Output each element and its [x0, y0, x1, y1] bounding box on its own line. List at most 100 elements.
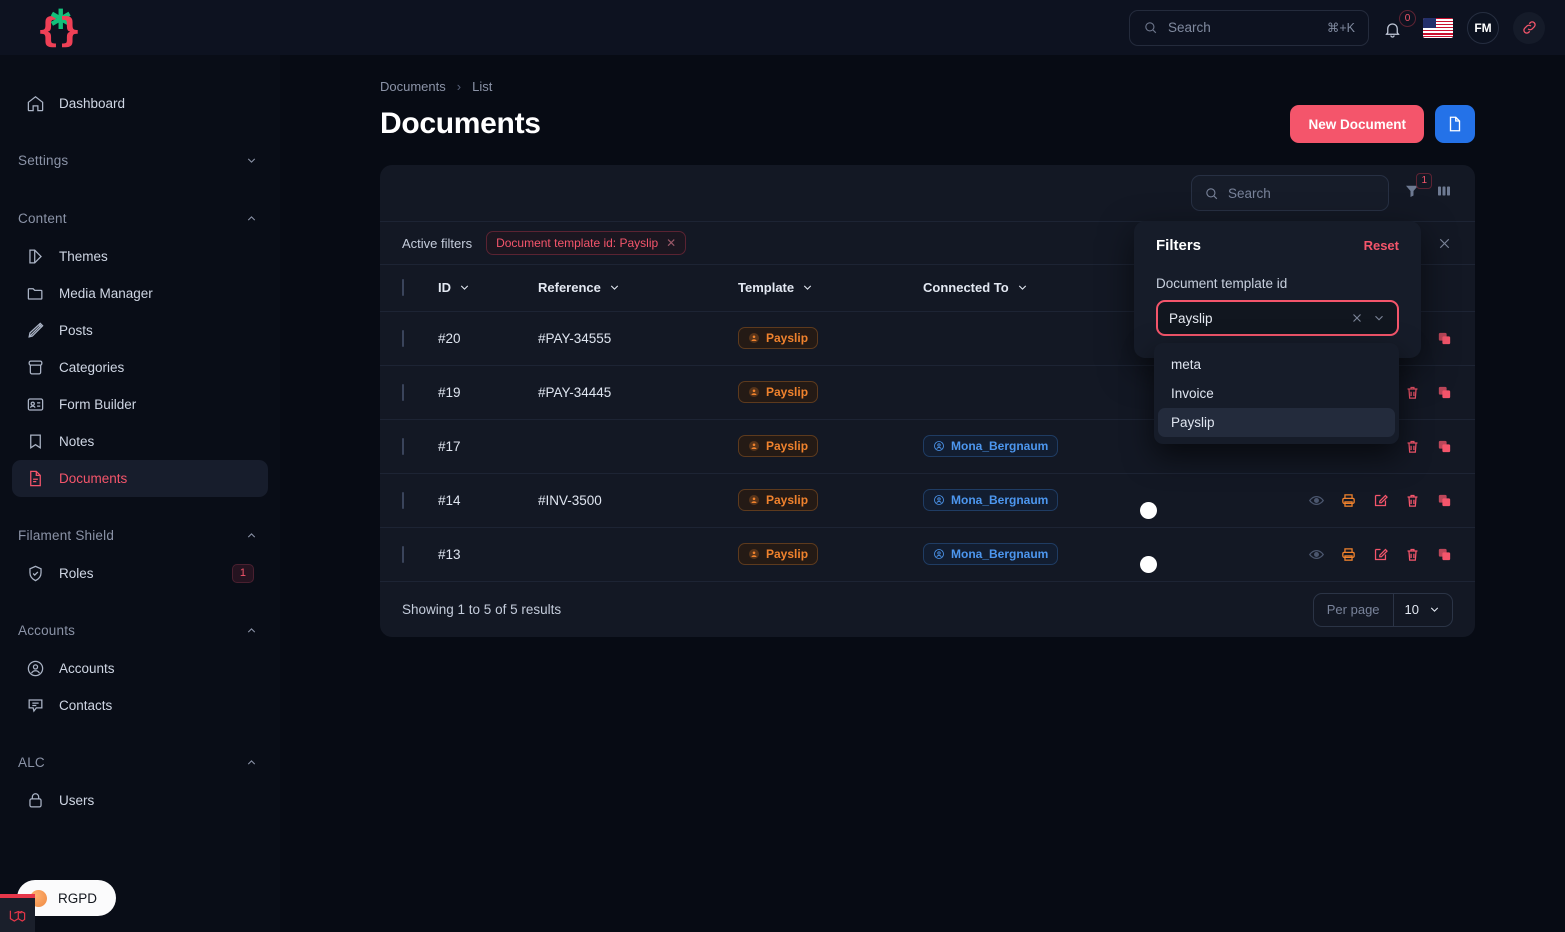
- sidebar-item-label: Themes: [59, 249, 108, 264]
- trash-icon[interactable]: [1404, 546, 1421, 563]
- copy-icon[interactable]: [1436, 546, 1453, 563]
- column-header-template[interactable]: Template: [738, 265, 923, 311]
- sidebar-item-posts[interactable]: Posts: [12, 312, 268, 349]
- template-badge: Payslip: [738, 435, 819, 457]
- per-page-control[interactable]: Per page 10: [1312, 592, 1453, 627]
- pencil-icon: [26, 321, 45, 340]
- template-badge-label: Payslip: [766, 547, 809, 562]
- notifications-button[interactable]: 0: [1383, 9, 1416, 43]
- sidebar-item-users[interactable]: Users: [12, 782, 268, 819]
- create-document-icon-button[interactable]: [1435, 105, 1475, 143]
- sidebar-group-content[interactable]: Content: [0, 198, 280, 238]
- printer-icon[interactable]: [1340, 546, 1357, 563]
- option-meta[interactable]: meta: [1158, 350, 1395, 379]
- column-toggle-button[interactable]: [1435, 182, 1453, 205]
- sidebar-group-filament-shield[interactable]: Filament Shield: [0, 515, 280, 555]
- home-icon: [26, 94, 45, 113]
- link-icon[interactable]: [1513, 11, 1545, 44]
- select-all-header: [380, 265, 438, 311]
- sidebar-item-themes[interactable]: Themes: [12, 238, 268, 275]
- table-row[interactable]: #14 #INV-3500 Payslip Mona_Bergnaum: [380, 472, 1475, 527]
- search-shortcut-hint: ⌘+K: [1326, 21, 1355, 35]
- global-search-input[interactable]: Search ⌘+K: [1129, 9, 1369, 46]
- row-checkbox[interactable]: [402, 545, 404, 563]
- option-payslip[interactable]: Payslip: [1158, 408, 1395, 437]
- breadcrumb-item-documents[interactable]: Documents: [380, 79, 446, 94]
- select-all-checkbox[interactable]: [402, 279, 404, 297]
- chevron-down-icon: [1430, 607, 1439, 612]
- option-invoice[interactable]: Invoice: [1158, 379, 1395, 408]
- sidebar-group-accounts[interactable]: Accounts: [0, 610, 280, 650]
- table-search-input[interactable]: Search: [1191, 175, 1389, 211]
- user-icon: [749, 387, 759, 397]
- sidebar-item-media-manager[interactable]: Media Manager: [12, 275, 268, 312]
- sidebar-item-label: Dashboard: [59, 96, 126, 111]
- sidebar-item-dashboard[interactable]: Dashboard: [12, 85, 268, 122]
- folder-icon: [26, 284, 45, 303]
- trash-icon[interactable]: [1404, 492, 1421, 509]
- clear-all-filters-button[interactable]: [1436, 235, 1453, 252]
- user-icon: [749, 333, 759, 343]
- close-icon[interactable]: [1350, 311, 1364, 325]
- laravel-badge[interactable]: [0, 894, 35, 932]
- copy-icon[interactable]: [1436, 330, 1453, 347]
- row-select-cell: [380, 526, 438, 581]
- copy-icon[interactable]: [1436, 384, 1453, 401]
- brand-logo[interactable]: { ✱ }: [0, 0, 280, 55]
- sidebar-item-contacts[interactable]: Contacts: [12, 687, 268, 724]
- edit-icon[interactable]: [1372, 546, 1389, 563]
- eye-icon[interactable]: [1308, 546, 1325, 563]
- sidebar-item-label: Contacts: [59, 698, 113, 713]
- logo-right-brace: }: [57, 10, 82, 51]
- printer-icon[interactable]: [1340, 492, 1357, 509]
- cell-template: Payslip: [738, 418, 923, 473]
- cell-template: Payslip: [738, 472, 923, 527]
- row-select-cell: [380, 472, 438, 527]
- global-search-placeholder: Search: [1168, 20, 1211, 35]
- column-header-id[interactable]: ID: [438, 265, 538, 311]
- document-template-select[interactable]: Payslip: [1156, 300, 1399, 336]
- eye-icon[interactable]: [1308, 492, 1325, 509]
- new-document-button[interactable]: New Document: [1290, 105, 1424, 143]
- sidebar-item-categories[interactable]: Categories: [12, 349, 268, 386]
- sidebar-item-documents[interactable]: Documents: [12, 460, 268, 497]
- us-flag-icon[interactable]: [1423, 17, 1453, 38]
- sidebar-item-roles[interactable]: Roles 1: [12, 555, 268, 592]
- copy-icon[interactable]: [1436, 438, 1453, 455]
- theme-icon: [26, 247, 45, 266]
- trash-icon[interactable]: [1404, 384, 1421, 401]
- breadcrumb-item-list[interactable]: List: [472, 79, 492, 94]
- cell-toggle: [1138, 472, 1258, 527]
- sidebar-group-settings[interactable]: Settings: [0, 140, 280, 180]
- trash-icon[interactable]: [1404, 438, 1421, 455]
- row-checkbox[interactable]: [402, 383, 404, 401]
- table-row[interactable]: #13 Payslip Mona_Bergnaum: [380, 526, 1475, 581]
- cell-reference: #PAY-34445: [538, 364, 738, 419]
- sidebar-group-label: Content: [18, 210, 67, 226]
- filter-toggle-button[interactable]: 1: [1403, 172, 1432, 205]
- per-page-select[interactable]: 10: [1392, 593, 1452, 626]
- close-icon[interactable]: ✕: [666, 236, 676, 250]
- column-label: ID: [438, 280, 451, 296]
- document-icon: [26, 469, 45, 488]
- row-checkbox[interactable]: [402, 437, 404, 455]
- column-header-connected-to[interactable]: Connected To: [923, 265, 1138, 311]
- user-circle-icon: [934, 441, 944, 451]
- sidebar-item-accounts[interactable]: Accounts: [12, 650, 268, 687]
- avatar[interactable]: FM: [1467, 11, 1499, 44]
- reset-filters-button[interactable]: Reset: [1364, 238, 1399, 253]
- filter-count-badge: 1: [1416, 172, 1432, 189]
- chevron-down-icon[interactable]: [1372, 311, 1386, 325]
- row-checkbox[interactable]: [402, 329, 404, 347]
- connected-to-badge: Mona_Bergnaum: [923, 435, 1059, 457]
- active-filter-chip[interactable]: Document template id: Payslip ✕: [486, 231, 687, 255]
- user-circle-icon: [934, 549, 944, 560]
- row-checkbox[interactable]: [402, 491, 404, 509]
- copy-icon[interactable]: [1436, 492, 1453, 509]
- sidebar-item-form-builder[interactable]: Form Builder: [12, 386, 268, 423]
- sidebar-group-alc[interactable]: ALC: [0, 742, 280, 782]
- sidebar-item-notes[interactable]: Notes: [12, 423, 268, 460]
- edit-icon[interactable]: [1372, 492, 1389, 509]
- column-header-reference[interactable]: Reference: [538, 265, 738, 311]
- active-filters-label: Active filters: [402, 235, 473, 251]
